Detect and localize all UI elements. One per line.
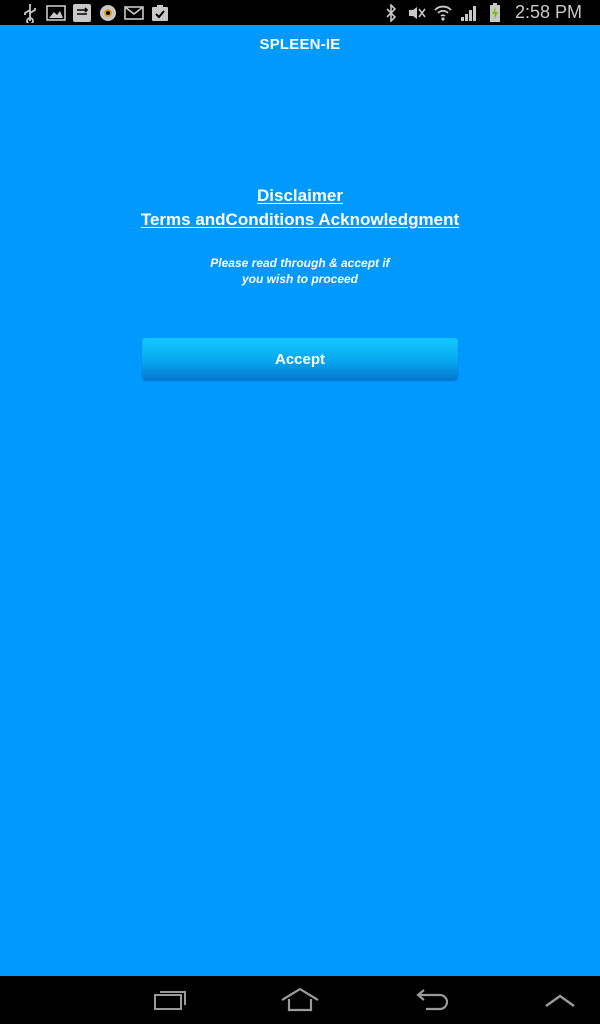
instruction-line-1: Please read through & accept if xyxy=(210,256,390,270)
status-bar: 2:58 PM xyxy=(0,0,600,25)
mute-icon xyxy=(407,3,427,23)
terms-conditions-link[interactable]: Terms andConditions Acknowledgment xyxy=(0,208,600,232)
back-icon[interactable] xyxy=(410,984,450,1016)
disclaimer-link[interactable]: Disclaimer xyxy=(0,184,600,208)
instruction-line-2: you wish to proceed xyxy=(241,272,358,286)
usb-icon xyxy=(20,3,40,23)
app-notification-icon xyxy=(98,3,118,23)
task-icon xyxy=(150,3,170,23)
accept-button[interactable]: Accept xyxy=(142,338,458,380)
mail-icon xyxy=(124,3,144,23)
signal-icon xyxy=(459,3,479,23)
gallery-icon xyxy=(46,3,66,23)
status-time: 2:58 PM xyxy=(514,2,582,22)
battery-charging-icon xyxy=(485,2,505,23)
instruction-text: Please read through & accept if you wish… xyxy=(200,255,400,287)
app-title: SPLEEN-IE xyxy=(259,36,341,53)
recent-apps-icon[interactable] xyxy=(150,984,190,1016)
disclaimer-heading: Disclaimer Terms andConditions Acknowled… xyxy=(0,184,600,232)
screen-mirror-icon xyxy=(72,3,92,23)
bluetooth-icon xyxy=(381,3,401,23)
system-icons: 2:58 PM xyxy=(381,1,582,24)
accept-button-label: Accept xyxy=(274,350,326,368)
wifi-icon xyxy=(433,3,453,23)
home-icon[interactable] xyxy=(280,984,320,1016)
menu-up-icon[interactable] xyxy=(540,984,580,1016)
notification-icons xyxy=(20,2,170,23)
navigation-bar xyxy=(0,976,600,1024)
